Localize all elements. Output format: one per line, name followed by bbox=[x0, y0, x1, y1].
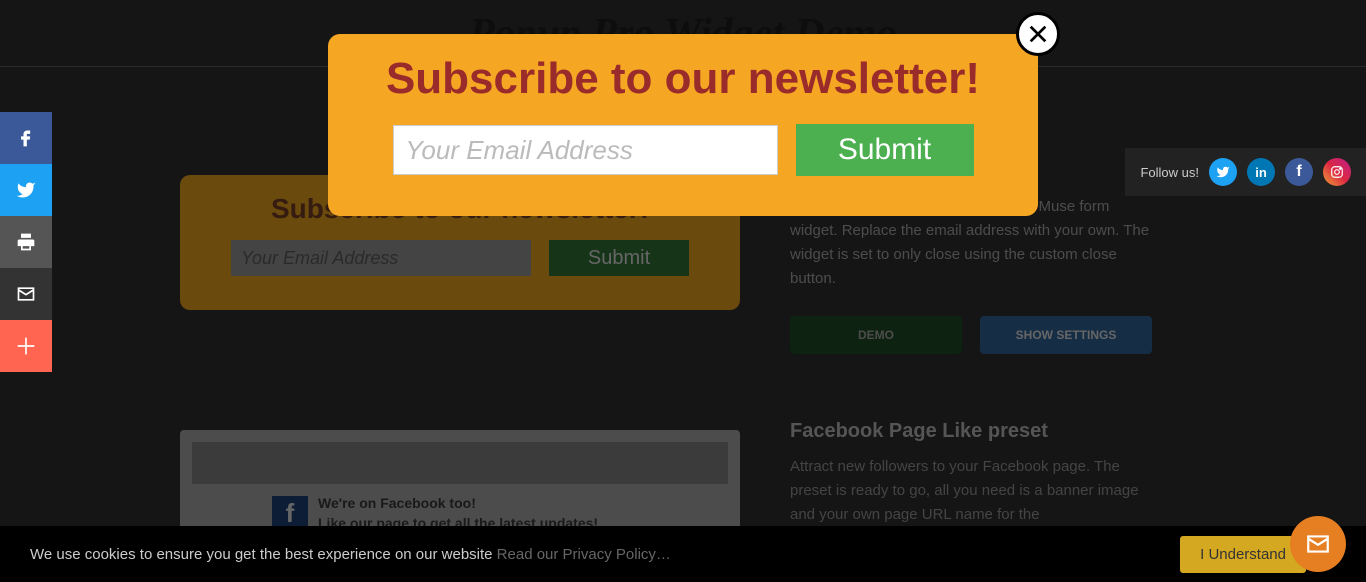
follow-linkedin-button[interactable]: in bbox=[1247, 158, 1275, 186]
cookie-text: We use cookies to ensure you get the bes… bbox=[30, 546, 671, 563]
plus-icon bbox=[16, 336, 36, 356]
follow-facebook-button[interactable]: f bbox=[1285, 158, 1313, 186]
instagram-icon bbox=[1330, 165, 1344, 179]
share-print-button[interactable] bbox=[0, 216, 52, 268]
cookie-accept-button[interactable]: I Understand bbox=[1180, 536, 1306, 573]
close-icon bbox=[1027, 23, 1049, 45]
follow-us-bar: Follow us! in f bbox=[1125, 148, 1366, 196]
share-twitter-button[interactable] bbox=[0, 164, 52, 216]
privacy-policy-link[interactable]: Read our Privacy Policy… bbox=[497, 546, 671, 563]
facebook-icon bbox=[16, 128, 36, 148]
email-icon bbox=[16, 284, 36, 304]
email-input[interactable] bbox=[393, 125, 778, 175]
popup-title: Subscribe to our newsletter! bbox=[358, 54, 1008, 104]
share-email-button[interactable] bbox=[0, 268, 52, 320]
share-more-button[interactable] bbox=[0, 320, 52, 372]
follow-instagram-button[interactable] bbox=[1323, 158, 1351, 186]
newsletter-popup: Subscribe to our newsletter! Submit bbox=[328, 34, 1038, 216]
follow-label: Follow us! bbox=[1140, 165, 1199, 180]
envelope-icon bbox=[1305, 531, 1331, 557]
follow-twitter-button[interactable] bbox=[1209, 158, 1237, 186]
close-button[interactable] bbox=[1016, 12, 1060, 56]
twitter-icon bbox=[16, 180, 36, 200]
popup-form: Submit bbox=[358, 124, 1008, 176]
twitter-icon bbox=[1216, 165, 1230, 179]
chat-button[interactable] bbox=[1290, 516, 1346, 572]
submit-button[interactable]: Submit bbox=[796, 124, 974, 176]
print-icon bbox=[16, 232, 36, 252]
facebook-icon: f bbox=[1296, 163, 1301, 181]
share-facebook-button[interactable] bbox=[0, 112, 52, 164]
cookie-banner: We use cookies to ensure you get the bes… bbox=[0, 526, 1366, 582]
social-share-sidebar bbox=[0, 112, 52, 372]
linkedin-icon: in bbox=[1255, 165, 1267, 180]
